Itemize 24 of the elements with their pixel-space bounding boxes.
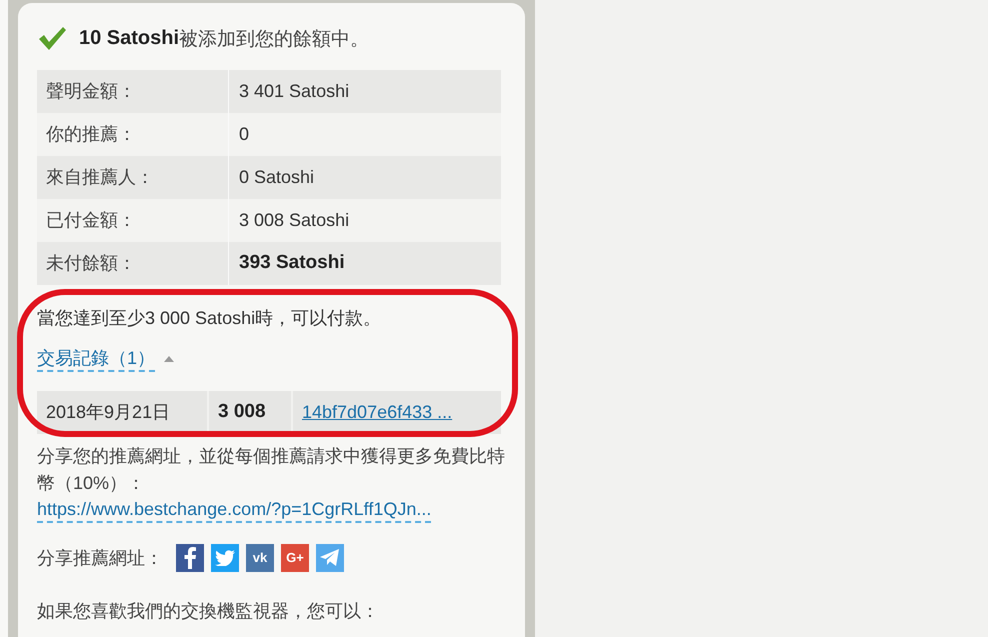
table-cell-text: 393 Satoshi <box>238 251 346 276</box>
table-cell-text: 3 401 Satoshi <box>238 80 350 103</box>
check-icon <box>37 25 67 51</box>
telegram-icon[interactable] <box>316 544 344 572</box>
google-plus-icon[interactable]: G+ <box>281 544 309 572</box>
payout-note: 當您達到至少3 000 Satoshi時，可以付款。 <box>37 307 382 330</box>
twitter-icon[interactable] <box>211 544 239 572</box>
referral-link[interactable]: https://www.bestchange.com/?p=1CgrRLff1QJn... <box>37 497 432 523</box>
notice-amount: 10 Satoshi <box>79 26 180 51</box>
table-cell-text: 0 Satoshi <box>238 166 316 189</box>
table-cell: 3 008 <box>209 391 293 434</box>
table-cell-text: 0 <box>238 123 250 146</box>
vk-icon[interactable]: vk <box>246 544 274 572</box>
notice-message: 被添加到您的餘額中。 <box>179 28 370 52</box>
referral-text: 分享您的推薦網址，並從每個推薦請求中獲得更多免費比特幣（10%）： <box>37 445 506 495</box>
table-cell-text: 3 008 Satoshi <box>238 209 350 232</box>
transaction-link[interactable]: 14bf7d07e6f433 ... <box>302 399 452 426</box>
transactions-toggle[interactable]: 交易記錄（1） <box>37 346 156 372</box>
caret-icon[interactable] <box>163 355 176 363</box>
table-cell: 未付餘額： <box>37 242 229 285</box>
share-label: 分享推薦網址： <box>37 546 163 570</box>
table-cell: 2018年9月21日 <box>37 391 209 434</box>
facebook-icon[interactable] <box>176 544 204 572</box>
footer-text: 如果您喜歡我們的交換機監視器，您可以： <box>37 600 380 623</box>
